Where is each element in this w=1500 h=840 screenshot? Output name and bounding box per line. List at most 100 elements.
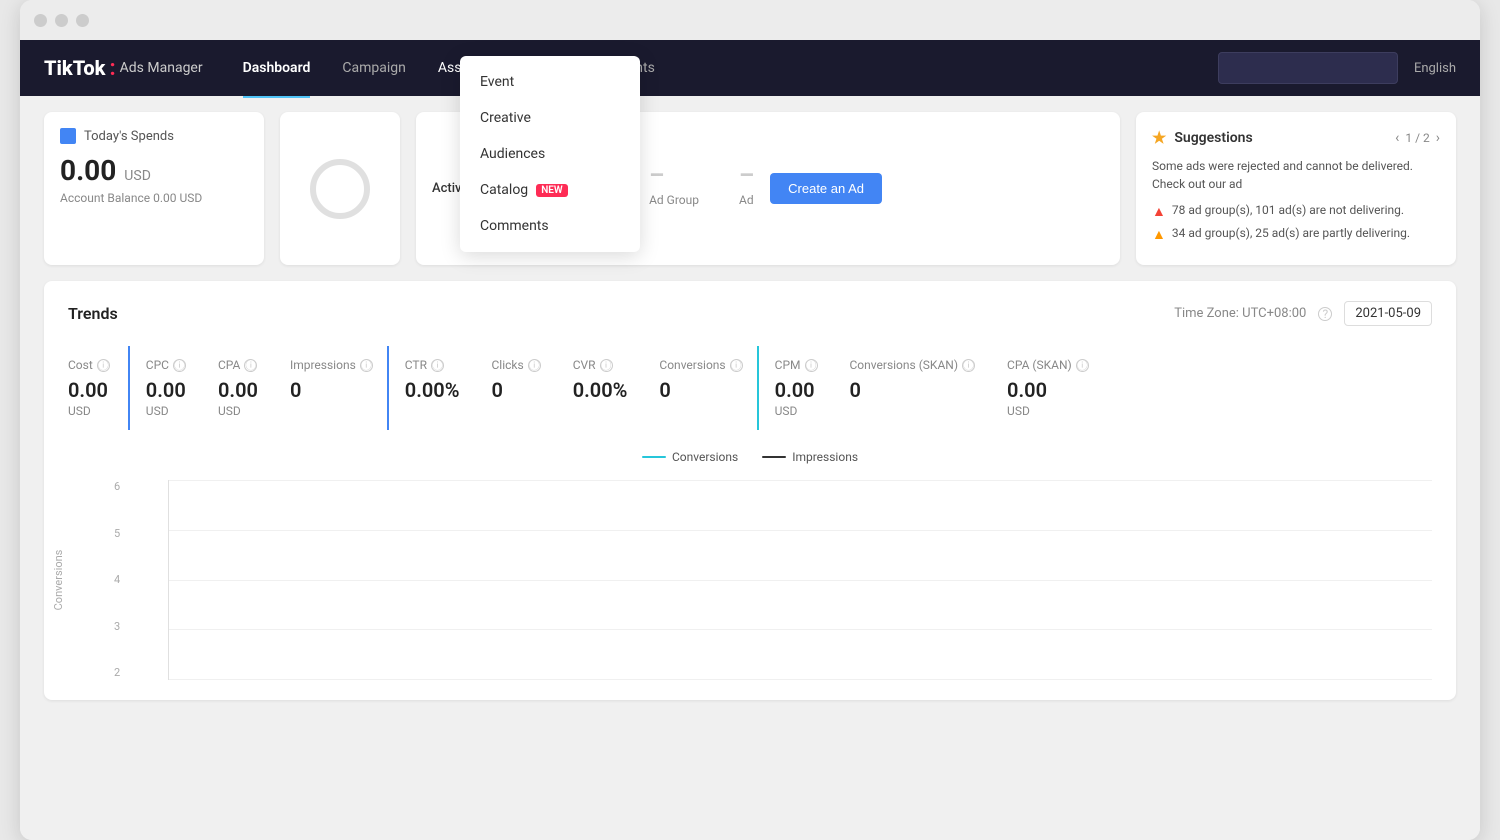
grid-line-2 [169, 530, 1432, 531]
metric-clicks: Clicks ⓘ 0 [475, 346, 556, 430]
legend-conversions-label: Conversions [672, 450, 738, 464]
metrics-row: Cost ⓘ 0.00 USD CPC ⓘ 0.00 USD [68, 346, 1432, 430]
minimize-btn[interactable] [55, 14, 68, 27]
legend-impressions: Impressions [762, 450, 858, 464]
suggestion-main-text: Some ads were rejected and cannot be del… [1152, 157, 1440, 193]
legend-teal-line [642, 456, 666, 458]
chart-container: Conversions 6 5 4 3 2 [108, 480, 1432, 680]
grid-line-3 [169, 580, 1432, 581]
clicks-value: 0 [491, 378, 540, 402]
cpa-skan-unit: USD [1007, 404, 1089, 418]
trends-card: Trends Time Zone: UTC+08:00 ? 2021-05-09… [44, 281, 1456, 700]
cpm-value: 0.00 [775, 378, 818, 402]
cpa-skan-info-icon: ⓘ [1076, 359, 1089, 372]
date-picker[interactable]: 2021-05-09 [1344, 301, 1432, 326]
maximize-btn[interactable] [76, 14, 89, 27]
adgroup-label: Ad Group [649, 193, 699, 207]
suggestions-header: ★ Suggestions ‹ 1 / 2 › [1152, 128, 1440, 147]
impressions-info-icon: ⓘ [360, 359, 373, 372]
account-balance: Account Balance 0.00 USD [60, 191, 248, 205]
page-next-button[interactable]: › [1436, 130, 1440, 146]
grid-line-1 [169, 480, 1432, 481]
cvr-info-icon: ⓘ [600, 359, 613, 372]
page-prev-button[interactable]: ‹ [1395, 130, 1399, 146]
cpm-unit: USD [775, 404, 818, 418]
main-content: Today's Spends 0.00 USD Account Balance … [20, 96, 1480, 840]
cpm-info-icon: ⓘ [805, 359, 818, 372]
dropdown-audiences[interactable]: Audiences [460, 136, 640, 172]
cpc-info-icon: ⓘ [173, 359, 186, 372]
brand-logo: TikTok: Ads Manager [44, 56, 203, 81]
top-cards-row: Today's Spends 0.00 USD Account Balance … [44, 112, 1456, 265]
cpa-info-icon: ⓘ [244, 359, 257, 372]
metric-cvr: CVR ⓘ 0.00% [557, 346, 644, 430]
close-btn[interactable] [34, 14, 47, 27]
brand-subtitle: Ads Manager [120, 60, 203, 76]
nav-dashboard[interactable]: Dashboard [243, 56, 311, 80]
metric-cpa: CPA ⓘ 0.00 USD [202, 346, 274, 430]
suggestions-title-row: ★ Suggestions [1152, 128, 1253, 147]
y-label-2: 2 [114, 666, 120, 679]
app-window: TikTok: Ads Manager Dashboard Campaign A… [20, 0, 1480, 840]
conversions-skan-value: 0 [850, 378, 976, 402]
dropdown-comments[interactable]: Comments [460, 208, 640, 244]
cpc-unit: USD [146, 404, 186, 418]
navbar: TikTok: Ads Manager Dashboard Campaign A… [20, 40, 1480, 96]
dropdown-event[interactable]: Event [460, 64, 640, 100]
grid-line-4 [169, 629, 1432, 630]
trends-meta: Time Zone: UTC+08:00 ? 2021-05-09 [1174, 301, 1432, 326]
chart-y-labels: 6 5 4 3 2 [114, 480, 120, 679]
chart-area: 6 5 4 3 2 [168, 480, 1432, 680]
nav-search-input[interactable] [1218, 52, 1398, 84]
y-label-6: 6 [114, 480, 120, 493]
payment-donut [310, 159, 370, 219]
language-selector[interactable]: English [1414, 61, 1456, 76]
legend-conversions: Conversions [642, 450, 738, 464]
suggestions-icon: ★ [1152, 128, 1166, 147]
adgroup-count: – [649, 161, 699, 189]
nav-campaign[interactable]: Campaign [342, 56, 405, 80]
ad-count: – [739, 161, 754, 189]
cpa-value: 0.00 [218, 378, 258, 402]
warning-icon: ▲ [1152, 226, 1166, 243]
metric-ctr: CTR ⓘ 0.00% [389, 346, 476, 430]
cpc-value: 0.00 [146, 378, 186, 402]
spends-amount: 0.00 [60, 154, 116, 187]
metric-cpc: CPC ⓘ 0.00 USD [130, 346, 202, 430]
cpa-unit: USD [218, 404, 258, 418]
brand-name: TikTok [44, 56, 105, 80]
cost-info-icon: ⓘ [97, 359, 110, 372]
metric-conversions-skan: Conversions (SKAN) ⓘ 0 [834, 346, 992, 430]
cost-value: 0.00 [68, 378, 110, 402]
spends-currency: USD [124, 168, 151, 184]
assets-dropdown: Event Creative Audiences Catalog NEW Com… [460, 56, 640, 252]
stat-ad: – Ad [739, 161, 754, 217]
warning-error: ▲ 78 ad group(s), 101 ad(s) are not deli… [1152, 203, 1440, 220]
cpa-skan-value: 0.00 [1007, 378, 1089, 402]
conversions-skan-info-icon: ⓘ [962, 359, 975, 372]
spends-amount-row: 0.00 USD [60, 154, 248, 187]
todays-spends-card: Today's Spends 0.00 USD Account Balance … [44, 112, 264, 265]
info-icon: ? [1318, 307, 1332, 321]
trends-title: Trends [68, 304, 118, 323]
cvr-value: 0.00% [573, 378, 628, 402]
y-label-4: 4 [114, 573, 120, 586]
create-ad-button[interactable]: Create an Ad [770, 173, 882, 204]
metric-cost: Cost ⓘ 0.00 USD [68, 346, 130, 430]
dropdown-catalog[interactable]: Catalog NEW [460, 172, 640, 208]
stat-adgroup: – Ad Group [649, 161, 699, 217]
page-indicator: 1 / 2 [1405, 131, 1429, 145]
spends-header: Today's Spends [60, 128, 248, 144]
ctr-value: 0.00% [405, 378, 460, 402]
suggestions-card: ★ Suggestions ‹ 1 / 2 › Some ads were re… [1136, 112, 1456, 265]
metric-cpm: CPM ⓘ 0.00 USD [759, 346, 834, 430]
metric-cpa-skan: CPA (SKAN) ⓘ 0.00 USD [991, 346, 1105, 430]
dropdown-creative[interactable]: Creative [460, 100, 640, 136]
warning-partial-text: 34 ad group(s), 25 ad(s) are partly deli… [1172, 226, 1410, 240]
payment-card [280, 112, 400, 265]
spends-title: Today's Spends [84, 129, 174, 144]
timezone-label: Time Zone: UTC+08:00 [1174, 306, 1306, 321]
warning-partial: ▲ 34 ad group(s), 25 ad(s) are partly de… [1152, 226, 1440, 243]
legend-dark-line [762, 456, 786, 458]
conversions-value: 0 [659, 378, 742, 402]
